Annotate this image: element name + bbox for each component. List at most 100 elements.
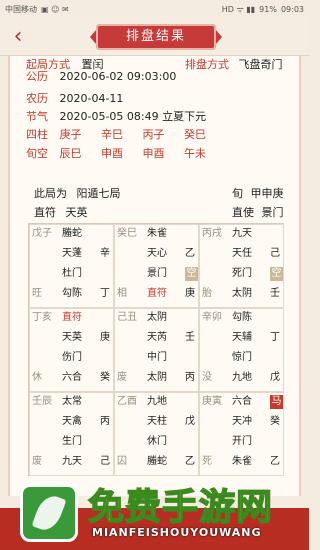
palace-stem: 乙 [185,248,195,259]
palace-deity: 直符 [147,288,167,299]
time-label: 09:03 [280,4,304,14]
palace-deity: 朱雀 [232,456,252,467]
gongli-value: 2020-06-02 09:03:00 [59,70,177,83]
sizhu-day: 丙子 [142,128,165,141]
palace-stem-bottom: 己 [100,456,110,467]
palace-star: 天蓬 [62,248,82,259]
zhishi-row: 直使 景门 [232,205,284,221]
palace-star: 天辅 [232,332,252,343]
paipan-label: 排盘方式 [185,58,229,71]
palace-stem: 丙 [100,416,110,427]
palace-god: 朱雀 [147,228,167,239]
palace-star: 天任 [232,248,252,259]
palace-stem-bottom: 丙 [185,372,195,383]
palace-stem: 丁 [270,332,280,343]
palace-stem: 己 [270,248,280,259]
palace-door: 杜门 [62,268,82,279]
palace-door: 休门 [147,436,167,447]
ciju-label: 此局为 [34,187,67,200]
sizhu-hour: 癸巳 [184,128,206,141]
battery-label: 91% [259,4,277,14]
palace-door: 死门 [232,268,252,279]
jieqi-value: 2020-05-05 08:49 立夏下元 [59,110,207,123]
nongli-label: 农历 [26,92,48,105]
paipan-value: 飞盘奇门 [238,58,283,71]
zhishi-value: 景门 [261,206,284,219]
palace-star: 天柱 [147,416,167,427]
palace-star: 天芮 [147,332,167,343]
watermark: 免费手游网 MIANFEISHOUYOUWANG [8,474,308,546]
palace-cell: 丁亥 直符 天英 庚伤门休 六合 癸 [29,308,114,392]
palace-cell: 戊子 螣蛇 天蓬 辛杜门旺 勾陈 丁 [29,224,114,308]
palace-cell: 壬辰 太常 天禽 丙生门废 九天 己 [29,392,114,476]
palace-stem: 戊 [185,416,195,427]
palace-ganzhi: 庚寅 [202,396,222,407]
header: ‹ 排盘结果 [0,18,309,56]
xunkong-hour: 午未 [184,147,206,160]
palace-cell: 乙酉 九地 天柱 戊休门囚 螣蛇 乙 [114,392,199,476]
signal-icon: HD ᯤ ▮▮ [221,4,256,14]
palace-stem: 庚 [100,332,110,343]
palace-ganzhi: 丁亥 [32,312,52,323]
xun-value: 甲申庚 [250,187,284,200]
horse-badge: 马 [270,395,283,409]
palace-star: 天英 [62,332,82,343]
palace-deity: 太阴 [232,288,252,299]
palace-stem-bottom: 戊 [270,372,280,383]
palace-cell: 己丑 太阴 天芮壬中门废太阴丙 [114,308,199,392]
palace-state: 废 [117,372,127,383]
palace-door: 伤门 [62,352,82,363]
palace-stem: 癸 [270,416,280,427]
palace-ganzhi: 己丑 [117,312,137,323]
jieqi-label: 节气 [26,110,48,123]
palace-cell: 癸巳 朱雀 天心 乙景门 空相 直符 庚 [114,224,199,308]
gongli-label: 公历 [26,70,48,83]
palace-cell: 辛卯 勾陈 天辅 丁惊门没 九地 戊 [199,308,284,392]
palace-state: 废 [32,456,42,467]
palace-stem: 辛 [100,248,110,259]
palace-state: 没 [202,372,212,383]
sizhu-row: 四柱 庚子 辛巳 丙子 癸巳 [26,126,222,144]
zhishi-label: 直使 [232,206,254,219]
back-icon[interactable]: ‹ [6,24,30,50]
xunkong-day: 申酉 [142,147,165,160]
palace-stem-bottom: 乙 [185,456,195,467]
palace-deity: 六合 [62,372,82,383]
sizhu-year: 庚子 [59,128,82,141]
app-icon: ▣ ☺ ✉ [41,4,69,14]
gongli-row: 公历 2020-06-02 09:03:00 [26,68,176,86]
palace-deity: 九地 [232,372,252,383]
watermark-title: 免费手游网 [87,486,274,529]
palace-god: 勾陈 [232,312,252,323]
status-bar: 中国移动 ▣ ☺ ✉ HD ᯤ ▮▮ 91% 09:03 [0,0,309,18]
palace-god: 六合 [232,396,252,407]
sizhu-month: 辛巳 [101,128,123,141]
xun-label: 旬 [232,187,243,200]
zhifu-label: 直符 [34,206,56,219]
palace-door: 景门 [147,268,167,279]
palace-stem-bottom: 丁 [100,288,110,299]
ciju-value: 阳遁七局 [76,187,121,200]
xunkong-month: 申酉 [101,147,123,160]
carrier-label: 中国移动 [5,4,37,14]
palace-door: 开门 [232,436,252,447]
palace-state: 胎 [202,288,212,299]
palace-door: 中门 [147,352,167,363]
zhifu-value: 天英 [65,206,88,219]
palace-deity: 太阴 [147,372,167,383]
palace-deity: 螣蛇 [147,456,167,467]
palace-stem-bottom: 乙 [270,456,280,467]
xun-row: 旬 甲申庚 [232,186,284,202]
palace-god: 螣蛇 [62,228,82,239]
watermark-subtitle: MIANFEISHOUYOUWANG [92,526,262,539]
palace-stem: 壬 [185,332,195,343]
xunkong-row: 旬空 辰巳 申酉 申酉 午未 [26,145,222,163]
jieqi-row: 节气 2020-05-05 08:49 立夏下元 [26,108,206,126]
palace-ganzhi: 辛卯 [202,312,222,323]
palace-star: 天心 [147,248,167,259]
palace-deity: 勾陈 [62,288,82,299]
ju-row: 此局为 阳遁七局 [34,186,121,202]
palace-ganzhi: 壬辰 [32,396,52,407]
palace-state: 休 [32,372,42,383]
xunkong-year: 辰巳 [59,147,82,160]
